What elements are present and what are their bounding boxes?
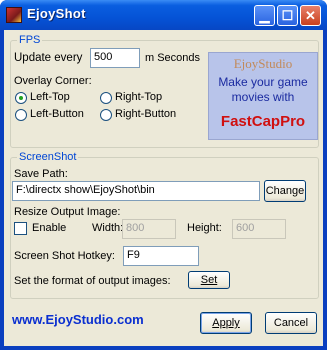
- maximize-icon: ☐: [281, 8, 294, 23]
- radio-right-top[interactable]: [100, 92, 112, 104]
- fastcappro-banner[interactable]: EjoyStudio Make your game movies with Fa…: [208, 52, 318, 140]
- dialog-client: FPS Update every 500 m Seconds Overlay C…: [4, 30, 323, 346]
- radio-left-top-label[interactable]: Left-Top: [30, 91, 70, 103]
- apply-button[interactable]: Apply: [200, 312, 252, 334]
- change-button[interactable]: Change: [264, 180, 306, 202]
- close-button[interactable]: ✕: [300, 5, 321, 26]
- close-icon: ✕: [305, 8, 316, 23]
- height-label: Height:: [187, 222, 222, 234]
- resize-output-label: Resize Output Image:: [14, 206, 121, 218]
- set-format-button[interactable]: Set: [188, 271, 230, 289]
- apply-button-label: Apply: [212, 317, 240, 329]
- maximize-button[interactable]: ☐: [277, 5, 298, 26]
- update-unit-label: m Seconds: [145, 52, 201, 64]
- enable-resize-checkbox[interactable]: [14, 222, 27, 235]
- title-bar[interactable]: EjoyShot ▁ ☐ ✕: [0, 0, 327, 30]
- radio-right-button-label[interactable]: Right-Button: [115, 108, 176, 120]
- app-icon[interactable]: [6, 7, 22, 23]
- hotkey-label: Screen Shot Hotkey:: [14, 250, 115, 262]
- update-interval-input[interactable]: 500: [90, 48, 140, 68]
- minimize-icon: ▁: [259, 8, 270, 23]
- overlay-corner-label: Overlay Corner:: [14, 75, 92, 87]
- fps-legend: FPS: [17, 34, 43, 46]
- radio-right-top-label[interactable]: Right-Top: [115, 91, 162, 103]
- set-format-button-label: Set: [200, 274, 218, 286]
- banner-product: FastCapPro: [220, 113, 306, 130]
- banner-tagline: Make your game movies with: [218, 75, 308, 104]
- radio-right-button[interactable]: [100, 109, 112, 121]
- height-input[interactable]: 600: [232, 219, 286, 239]
- screenshot-legend: ScreenShot: [17, 151, 79, 163]
- app-window: EjoyShot ▁ ☐ ✕ FPS Update every 500 m Se…: [0, 0, 327, 350]
- radio-left-button-label[interactable]: Left-Button: [30, 108, 84, 120]
- format-label: Set the format of output images:: [14, 275, 171, 287]
- minimize-button[interactable]: ▁: [254, 5, 275, 26]
- save-path-label: Save Path:: [14, 168, 68, 180]
- radio-left-button[interactable]: [15, 109, 27, 121]
- width-label: Width:: [92, 222, 124, 234]
- hotkey-input[interactable]: F9: [123, 246, 199, 266]
- radio-left-top[interactable]: [15, 92, 27, 104]
- width-input[interactable]: 800: [122, 219, 176, 239]
- window-title: EjoyShot: [27, 6, 86, 21]
- save-path-input[interactable]: F:\directx show\EjoyShot\bin: [12, 181, 260, 201]
- update-every-label: Update every: [14, 52, 83, 64]
- cancel-button[interactable]: Cancel: [265, 312, 317, 334]
- cancel-button-label: Cancel: [273, 317, 309, 329]
- ejoystudio-link[interactable]: www.EjoyStudio.com: [12, 312, 144, 327]
- change-button-label: Change: [265, 185, 305, 197]
- banner-brand: EjoyStudio: [233, 56, 293, 71]
- enable-resize-label[interactable]: Enable: [32, 222, 66, 234]
